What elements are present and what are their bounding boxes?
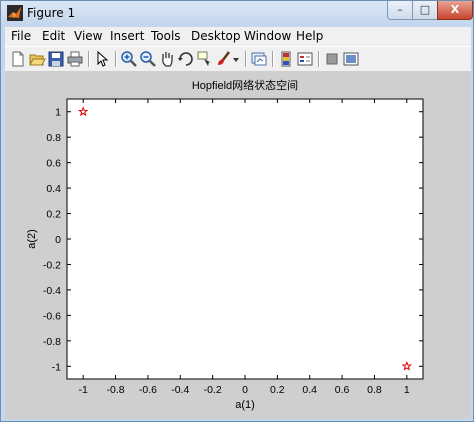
print-icon[interactable] bbox=[66, 50, 84, 68]
x-tick-label: 1 bbox=[404, 384, 410, 396]
rotate-3d-icon[interactable] bbox=[177, 50, 195, 68]
link-plot-icon[interactable] bbox=[250, 50, 268, 68]
plot-svg: Hopfield网络状态空间 a(1) a(2) -1 -0.8 -0.6 -0.4 -… bbox=[26, 78, 424, 411]
y-tick-label: 0 bbox=[55, 234, 61, 246]
x-tick-label: 0.2 bbox=[270, 384, 285, 396]
x-tick-label: -0.8 bbox=[106, 384, 124, 396]
menu-desktop[interactable]: Desktop bbox=[191, 29, 241, 43]
y-tick-label: -0.8 bbox=[43, 336, 61, 348]
matlab-logo-icon bbox=[7, 5, 23, 21]
y-tick-label: 0.2 bbox=[46, 209, 61, 221]
x-tick-label: 0.4 bbox=[302, 384, 317, 396]
menu-help[interactable]: Help bbox=[296, 29, 323, 43]
toolbar-separator bbox=[245, 51, 247, 67]
edit-plot-arrow-icon[interactable] bbox=[93, 50, 111, 68]
axes-box[interactable] bbox=[66, 98, 424, 380]
toolbar-separator bbox=[88, 51, 90, 67]
y-tick-label: 0.4 bbox=[46, 183, 61, 195]
y-tick-label: 0.8 bbox=[46, 132, 61, 144]
menu-insert[interactable]: Insert bbox=[110, 29, 144, 43]
window-title: Figure 1 bbox=[27, 6, 76, 20]
hide-plot-tools-icon[interactable] bbox=[323, 50, 341, 68]
y-tick-label: 0.6 bbox=[46, 158, 61, 170]
menu-tools[interactable]: Tools bbox=[151, 29, 181, 43]
x-tick-label: -0.2 bbox=[204, 384, 222, 396]
x-tick-label: -0.4 bbox=[171, 384, 189, 396]
menu-edit[interactable]: Edit bbox=[42, 29, 65, 43]
x-tick-label: -0.6 bbox=[139, 384, 157, 396]
x-tick-label: 0.6 bbox=[335, 384, 350, 396]
chart-title: Hopfield网络状态空间 bbox=[192, 78, 298, 92]
x-tick-label: 0 bbox=[242, 384, 248, 396]
insert-legend-icon[interactable] bbox=[296, 50, 314, 68]
toolbar-separator bbox=[115, 51, 117, 67]
y-tick-label: -0.4 bbox=[43, 285, 61, 297]
y-axis-label: a(2) bbox=[26, 229, 38, 249]
minimize-button[interactable]: – bbox=[387, 1, 413, 20]
figure-canvas: Hopfield网络状态空间 a(1) a(2) -1 -0.8 -0.6 -0.4 -… bbox=[5, 71, 471, 419]
brush-icon[interactable] bbox=[215, 50, 233, 68]
x-axis-label: a(1) bbox=[235, 399, 255, 411]
y-tick-label: 1 bbox=[55, 107, 61, 119]
y-tick-label: -0.2 bbox=[43, 259, 61, 271]
toolbar-separator bbox=[318, 51, 320, 67]
maximize-button[interactable]: □ bbox=[412, 1, 438, 20]
x-tick-label: 0.8 bbox=[367, 384, 382, 396]
menu-view[interactable]: View bbox=[74, 29, 102, 43]
brush-dropdown-icon[interactable] bbox=[232, 50, 240, 68]
save-icon[interactable] bbox=[47, 50, 65, 68]
pan-hand-icon[interactable] bbox=[158, 50, 176, 68]
y-tick-label: -0.6 bbox=[43, 310, 61, 322]
x-tick-label: -1 bbox=[79, 384, 88, 396]
zoom-out-icon[interactable] bbox=[139, 50, 157, 68]
menu-file[interactable]: File bbox=[11, 29, 31, 43]
figure-toolbar bbox=[5, 46, 471, 72]
menu-window[interactable]: Window bbox=[244, 29, 291, 43]
figure-window: Figure 1 – □ X File Edit View Insert Too… bbox=[0, 0, 474, 422]
new-figure-icon[interactable] bbox=[9, 50, 27, 68]
toolbar-separator bbox=[272, 51, 274, 67]
close-button[interactable]: X bbox=[437, 1, 473, 20]
open-file-icon[interactable] bbox=[28, 50, 46, 68]
zoom-in-icon[interactable] bbox=[120, 50, 138, 68]
data-cursor-icon[interactable] bbox=[196, 50, 214, 68]
insert-colorbar-icon[interactable] bbox=[277, 50, 295, 68]
title-bar[interactable]: Figure 1 – □ X bbox=[1, 1, 473, 25]
y-tick-label: -1 bbox=[52, 361, 61, 373]
show-plot-tools-icon[interactable] bbox=[342, 50, 360, 68]
menu-bar: File Edit View Insert Tools Desktop Wind… bbox=[5, 27, 471, 46]
